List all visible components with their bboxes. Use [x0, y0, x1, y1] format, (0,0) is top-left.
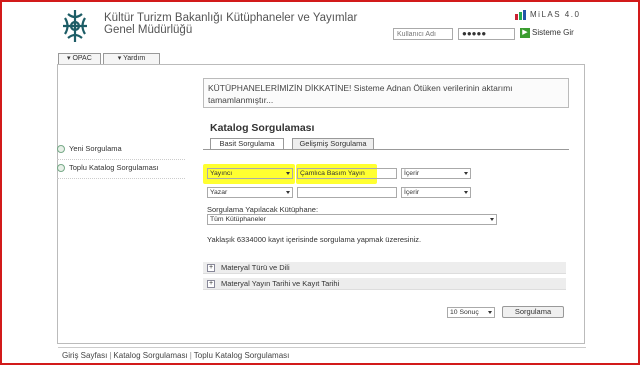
search-input-1[interactable]: Çamlıca Basım Yayın: [297, 168, 397, 179]
sidebar: Yeni Sorgulama Toplu Katalog Sorgulaması: [57, 143, 185, 181]
chevron-down-icon: [464, 191, 468, 194]
milas-logo-icon: [515, 10, 526, 20]
field-select-2-value: Yazar: [210, 189, 228, 196]
library-select[interactable]: Tüm Kütüphaneler: [207, 214, 497, 225]
record-count-text: Yaklaşık 6334000 kayıt içerisinde sorgul…: [207, 235, 422, 244]
field-select-1-value: Yayıncı: [210, 170, 233, 177]
sidebar-item-new-query[interactable]: Yeni Sorgulama: [57, 143, 185, 157]
ministry-logo-icon: [63, 10, 87, 42]
search-input-2[interactable]: [297, 187, 397, 198]
catalog-title: Katalog Sorgulaması: [210, 122, 315, 134]
password-input[interactable]: ●●●●●: [458, 28, 515, 40]
brand: MiLAS 4.0: [515, 10, 580, 20]
expand-icon: +: [207, 264, 215, 272]
page-title: Kültür Turizm Bakanlığı Kütüphaneler ve …: [104, 12, 358, 36]
accordion-material-type[interactable]: + Materyal Türü ve Dili: [203, 262, 566, 274]
menu-opac[interactable]: ▾ OPAC: [58, 53, 101, 64]
footer-divider: [58, 347, 586, 348]
menu-help[interactable]: ▾ Yardım: [102, 53, 161, 64]
accordion-publication-date[interactable]: + Materyal Yayın Tarihi ve Kayıt Tarihi: [203, 278, 566, 290]
accordion-label: Materyal Yayın Tarihi ve Kayıt Tarihi: [221, 279, 340, 288]
chevron-down-icon: [490, 218, 494, 221]
brand-label: MiLAS 4.0: [530, 10, 581, 20]
footer: Giriş Sayfası | Katalog Sorgulaması | Toplu …: [62, 351, 289, 360]
radio-icon: [57, 164, 65, 172]
results-per-page-value: 10 Sonuç: [450, 309, 479, 316]
operator-select-2-value: İçerir: [404, 189, 420, 196]
expand-icon: +: [207, 280, 215, 288]
footer-link-union-catalog[interactable]: Toplu Katalog Sorgulaması: [194, 351, 290, 360]
operator-select-2[interactable]: İçerir: [401, 187, 471, 198]
accordion-label: Materyal Türü ve Dili: [221, 263, 290, 272]
chevron-down-icon: [464, 172, 468, 175]
divider: [57, 159, 185, 160]
sidebar-item-union-catalog[interactable]: Toplu Katalog Sorgulaması: [57, 162, 185, 176]
arrow-right-icon: ▶: [520, 28, 530, 38]
tab-divider: [203, 149, 569, 150]
chevron-down-icon: [488, 311, 492, 314]
library-select-value: Tüm Kütüphaneler: [210, 216, 266, 223]
login-button-label: Sisteme Gir: [532, 28, 574, 38]
library-label: Sorgulama Yapılacak Kütüphane:: [207, 205, 319, 214]
footer-link-home[interactable]: Giriş Sayfası: [62, 351, 107, 360]
notice-box: KÜTÜPHANELERİMİZİN DİKKATİNE! Sisteme Ad…: [203, 78, 569, 108]
chevron-down-icon: [286, 172, 290, 175]
results-per-page-select[interactable]: 10 Sonuç: [447, 307, 495, 318]
search-button[interactable]: Sorgulama: [502, 306, 564, 318]
operator-select-1-value: İçerir: [404, 170, 420, 177]
login-button[interactable]: ▶ Sisteme Gir: [520, 28, 574, 38]
radio-icon: [57, 145, 65, 153]
header: Kültür Turizm Bakanlığı Kütüphaneler ve …: [0, 0, 640, 48]
sidebar-item-label: Yeni Sorgulama: [69, 144, 122, 153]
menu-bar: ▾ OPAC ▾ Yardım: [58, 53, 162, 64]
operator-select-1[interactable]: İçerir: [401, 168, 471, 179]
sidebar-item-label: Toplu Katalog Sorgulaması: [69, 163, 159, 172]
field-select-2[interactable]: Yazar: [207, 187, 293, 198]
field-select-1[interactable]: Yayıncı: [207, 168, 293, 179]
username-input[interactable]: [393, 28, 453, 40]
footer-link-catalog[interactable]: Katalog Sorgulaması: [113, 351, 187, 360]
divider: [57, 178, 185, 179]
chevron-down-icon: [286, 191, 290, 194]
